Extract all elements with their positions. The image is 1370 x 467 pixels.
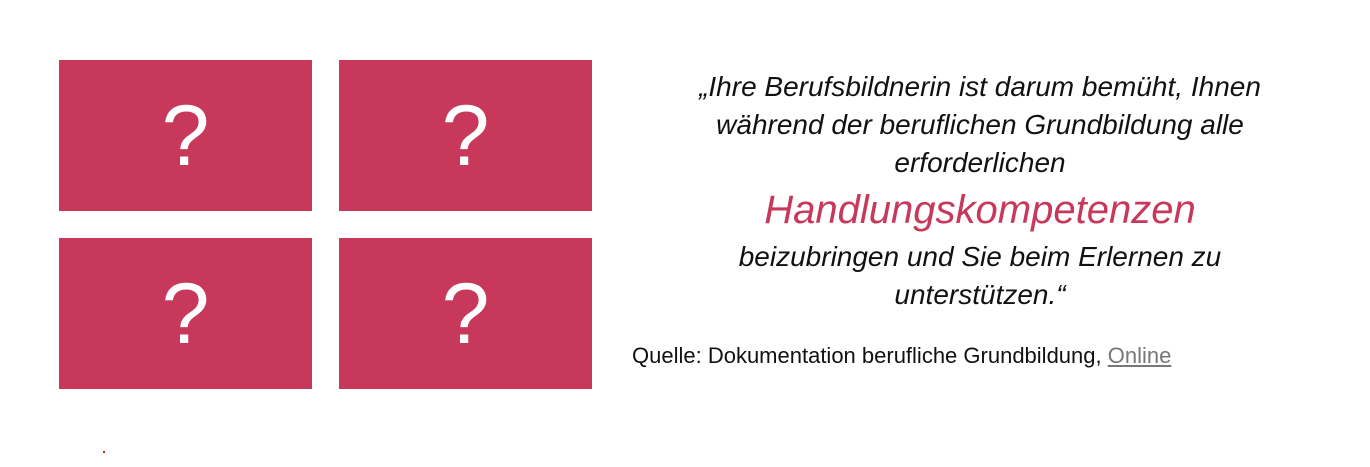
question-tile-top-right[interactable]: ? [339,60,592,211]
question-tile-bottom-left[interactable]: ? [59,238,312,389]
quote-highlight-term: Handlungskompetenzen [764,188,1196,232]
quote-line-2: während der beruflichen Grundbildung all… [716,109,1244,140]
question-mark: ? [441,87,490,184]
source-online-link[interactable]: Online [1108,343,1172,368]
quote-line-4: beizubringen und Sie beim Erlernen zu [738,241,1222,272]
question-mark: ? [161,87,210,184]
question-mark: ? [441,265,490,362]
quote-line-5: unterstützen.“ [894,279,1066,310]
question-mark: ? [161,265,210,362]
source-citation: Quelle: Dokumentation berufliche Grundbi… [632,343,1171,369]
quote-line-3: erforderlichen [894,147,1066,178]
source-prefix: Quelle: Dokumentation berufliche Grundbi… [632,343,1108,368]
question-tile-bottom-right[interactable]: ? [339,238,592,389]
stray-dot [103,451,105,453]
quote-line-1: „Ihre Berufsbildnerin ist darum bemüht, … [699,71,1261,102]
question-tile-top-left[interactable]: ? [59,60,312,211]
slide: ? ? ? ? „Ihre Berufsbildnerin ist darum … [0,0,1370,467]
quote-block: „Ihre Berufsbildnerin ist darum bemüht, … [620,68,1340,314]
